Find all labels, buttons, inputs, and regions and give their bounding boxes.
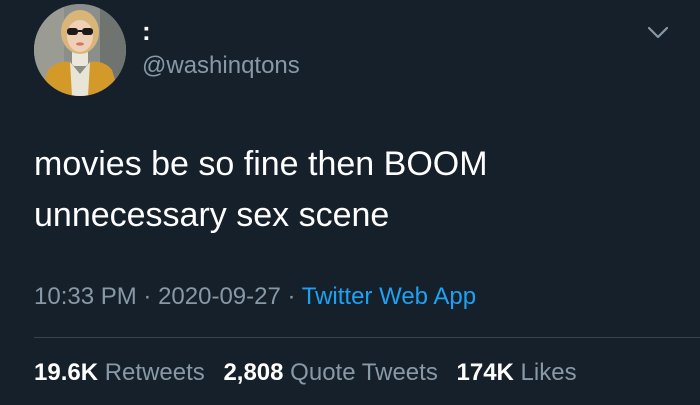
tweet-time[interactable]: 10:33 PM [34,283,137,310]
meta-separator: · [287,283,296,310]
retweets-stat[interactable]: 19.6K Retweets [34,358,205,388]
tweet-stats: 19.6K Retweets 2,808 Quote Tweets 174K L… [34,358,589,388]
tweet-text-line: movies be so fine then BOOM [34,145,488,183]
quote-tweets-count: 2,808 [223,359,284,386]
retweets-count: 19.6K [34,359,99,386]
tweet-text-line: unnecessary sex scene [34,196,390,234]
chevron-down-icon[interactable] [645,22,671,42]
likes-count: 174K [456,359,514,386]
avatar[interactable] [34,4,126,96]
avatar-photo [34,4,126,96]
tweet-meta: 10:33 PM · 2020-09-27 · Twitter Web App [34,282,476,312]
retweets-label: Retweets [104,359,205,386]
likes-label: Likes [520,359,577,386]
display-name[interactable]: : [142,16,151,46]
divider [34,337,700,338]
tweet-text: movies be so fine then BOOM unnecessary … [34,139,674,241]
tweet-date[interactable]: 2020-09-27 [158,283,281,310]
likes-stat[interactable]: 174K Likes [457,358,577,388]
tweet-source-link[interactable]: Twitter Web App [302,283,476,310]
meta-separator: · [143,283,152,310]
quote-tweets-stat[interactable]: 2,808 Quote Tweets [223,358,437,388]
tweet-card: : @washinqtons movies be so fine then BO… [0,0,700,405]
user-handle[interactable]: @washinqtons [142,51,300,81]
quote-tweets-label: Quote Tweets [290,359,438,386]
